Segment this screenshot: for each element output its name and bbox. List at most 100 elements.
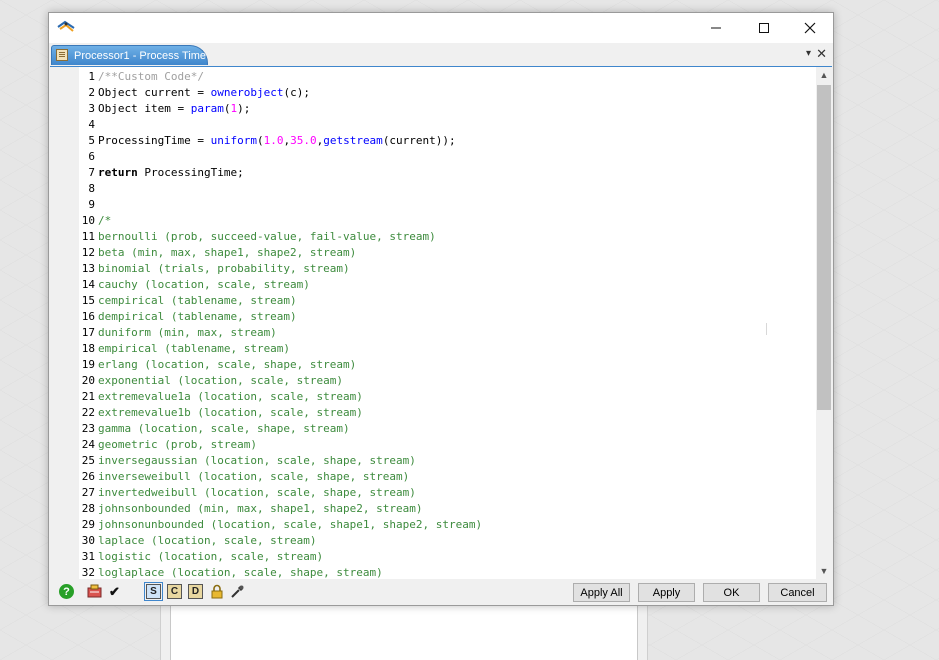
code-token: erlang (location, scale, shape, stream) [98, 358, 357, 371]
code-line[interactable]: 11 bernoulli (prob, succeed-value, fail-v… [50, 229, 816, 245]
line-text: loglaplace (location, scale, shape, stre… [98, 565, 383, 579]
code-token: ProcessingTime; [137, 166, 244, 179]
code-token: ); [237, 102, 251, 115]
scrollbar-thumb[interactable] [817, 85, 831, 410]
help-icon[interactable]: ? [59, 584, 74, 599]
code-line[interactable]: 13 binomial (trials, probability, stream) [50, 261, 816, 277]
code-token: Object item = [98, 102, 191, 115]
code-line[interactable]: 1/**Custom Code*/ [50, 69, 816, 85]
code-token: dempirical (tablename, stream) [98, 310, 297, 323]
line-text: Object current = ownerobject(c); [98, 85, 310, 101]
lock-icon[interactable] [209, 584, 224, 599]
scroll-up-icon[interactable]: ▲ [816, 67, 832, 83]
code-line[interactable]: 10/* [50, 213, 816, 229]
code-token: empirical (tablename, stream) [98, 342, 291, 355]
code-line[interactable]: 22 extremevalue1b (location, scale, strea… [50, 405, 816, 421]
code-line[interactable]: 3 Object item = param(1); [50, 101, 816, 117]
c-mode-button[interactable]: C [167, 584, 182, 599]
text-cursor [766, 323, 767, 335]
close-button[interactable] [787, 13, 833, 43]
code-line[interactable]: 15 cempirical (tablename, stream) [50, 293, 816, 309]
apply-all-button[interactable]: Apply All [573, 583, 630, 602]
line-number: 17 [81, 326, 95, 339]
tab-close-icon[interactable]: ✕ [816, 46, 827, 62]
line-text: inversegaussian (location, scale, shape,… [98, 453, 416, 469]
code-line[interactable]: 16 dempirical (tablename, stream) [50, 309, 816, 325]
code-line[interactable]: 32 loglaplace (location, scale, shape, st… [50, 565, 816, 579]
line-number: 28 [81, 502, 95, 515]
line-number: 12 [81, 246, 95, 259]
code-editor[interactable]: 1/**Custom Code*/2 Object current = owner… [50, 66, 832, 579]
code-area[interactable]: 1/**Custom Code*/2 Object current = owner… [50, 69, 816, 579]
line-text: exponential (location, scale, stream) [98, 373, 343, 389]
line-number: 19 [81, 358, 95, 371]
code-line[interactable]: 6 [50, 149, 816, 165]
code-token: /**Custom Code*/ [98, 70, 204, 83]
line-text: /* [98, 213, 111, 229]
tab-menu-dropdown-icon[interactable]: ▾ [806, 48, 811, 59]
line-text: extremevalue1a (location, scale, stream) [98, 389, 363, 405]
code-line[interactable]: 9 [50, 197, 816, 213]
minimize-button[interactable] [693, 13, 739, 43]
line-text: duniform (min, max, stream) [98, 325, 277, 341]
code-line[interactable]: 27 invertedweibull (location, scale, shap… [50, 485, 816, 501]
code-token: extremevalue1a (location, scale, stream) [98, 390, 363, 403]
d-mode-button[interactable]: D [188, 584, 203, 599]
code-token: cempirical (tablename, stream) [98, 294, 297, 307]
eyedropper-icon[interactable] [230, 584, 245, 599]
line-text: inverseweibull (location, scale, shape, … [98, 469, 409, 485]
line-number: 22 [81, 406, 95, 419]
line-text: dempirical (tablename, stream) [98, 309, 297, 325]
code-line[interactable]: 7 return ProcessingTime; [50, 165, 816, 181]
line-text: bernoulli (prob, succeed-value, fail-val… [98, 229, 436, 245]
apply-button[interactable]: Apply [638, 583, 695, 602]
ok-button[interactable]: OK [703, 583, 760, 602]
code-token: return [98, 166, 138, 179]
check-syntax-icon[interactable]: ✔ [107, 584, 122, 599]
code-line[interactable]: 21 extremevalue1a (location, scale, strea… [50, 389, 816, 405]
tab-process-time[interactable]: Processor1 - Process Time [51, 45, 208, 65]
code-line[interactable]: 8 [50, 181, 816, 197]
code-editor-window: Processor1 - Process Time ▾ ✕ 1/**Custom… [48, 12, 834, 606]
code-line[interactable]: 30 laplace (location, scale, stream) [50, 533, 816, 549]
code-line[interactable]: 28 johnsonbounded (min, max, shape1, shap… [50, 501, 816, 517]
line-text: extremevalue1b (location, scale, stream) [98, 405, 363, 421]
toolbox-icon[interactable] [87, 584, 102, 599]
code-token: uniform [210, 134, 257, 147]
line-number: 9 [88, 198, 95, 211]
minimize-icon [711, 27, 721, 29]
line-number: 1 [88, 70, 95, 83]
code-token: duniform (min, max, stream) [98, 326, 277, 339]
line-text: binomial (trials, probability, stream) [98, 261, 350, 277]
code-line[interactable]: 26 inverseweibull (location, scale, shape… [50, 469, 816, 485]
line-number: 3 [88, 102, 95, 115]
code-token: logistic (location, scale, stream) [98, 550, 324, 563]
code-token: loglaplace (location, scale, shape, stre… [98, 566, 383, 579]
line-number: 6 [88, 150, 95, 163]
cancel-button[interactable]: Cancel [768, 583, 827, 602]
code-token: inversegaussian (location, scale, shape,… [98, 454, 416, 467]
code-line[interactable]: 4 [50, 117, 816, 133]
code-line[interactable]: 29 johnsonunbounded (location, scale, sha… [50, 517, 816, 533]
code-line[interactable]: 2 Object current = ownerobject(c); [50, 85, 816, 101]
line-text: erlang (location, scale, shape, stream) [98, 357, 356, 373]
code-line[interactable]: 25 inversegaussian (location, scale, shap… [50, 453, 816, 469]
code-line[interactable]: 18 empirical (tablename, stream) [50, 341, 816, 357]
code-line[interactable]: 17 duniform (min, max, stream) [50, 325, 816, 341]
maximize-button[interactable] [741, 13, 787, 43]
code-line[interactable]: 24 geometric (prob, stream) [50, 437, 816, 453]
code-token: johnsonunbounded (location, scale, shape… [98, 518, 483, 531]
code-line[interactable]: 20 exponential (location, scale, stream) [50, 373, 816, 389]
code-token: invertedweibull (location, scale, shape,… [98, 486, 416, 499]
code-line[interactable]: 19 erlang (location, scale, shape, stream… [50, 357, 816, 373]
code-line[interactable]: 14 cauchy (location, scale, stream) [50, 277, 816, 293]
code-line[interactable]: 31 logistic (location, scale, stream) [50, 549, 816, 565]
code-line[interactable]: 23 gamma (location, scale, shape, stream) [50, 421, 816, 437]
scroll-down-icon[interactable]: ▼ [816, 563, 832, 579]
code-line[interactable]: 5 ProcessingTime = uniform(1.0,35.0,getst… [50, 133, 816, 149]
code-token: ( [256, 134, 264, 147]
code-line[interactable]: 12 beta (min, max, shape1, shape2, stream… [50, 245, 816, 261]
vertical-scrollbar[interactable]: ▲ ▼ [816, 67, 832, 579]
line-number: 29 [81, 518, 95, 531]
s-mode-button[interactable]: S [144, 582, 163, 601]
